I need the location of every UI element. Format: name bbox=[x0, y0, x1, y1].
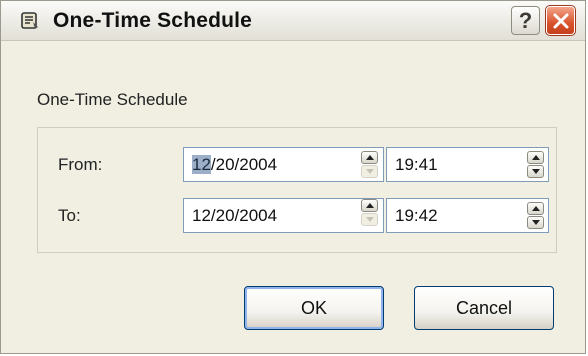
from-date-month-selected: 12 bbox=[192, 155, 211, 174]
from-time-value: 19:41 bbox=[395, 155, 438, 174]
window-title: One-Time Schedule bbox=[53, 9, 253, 32]
to-date-field[interactable]: 12/20/2004 bbox=[183, 198, 384, 233]
arrow-down-icon bbox=[365, 169, 374, 174]
arrow-down-icon bbox=[531, 220, 540, 225]
to-date-down-button bbox=[361, 213, 378, 226]
schedule-group-box bbox=[37, 127, 557, 253]
ok-button[interactable]: OK bbox=[244, 286, 384, 330]
to-time-field[interactable]: 19:42 bbox=[386, 198, 549, 233]
from-time-field[interactable]: 19:41 bbox=[386, 147, 549, 182]
to-date-up-button[interactable] bbox=[361, 199, 378, 212]
to-label: To: bbox=[58, 206, 81, 225]
from-time-spinner[interactable] bbox=[527, 151, 544, 178]
close-button[interactable] bbox=[545, 5, 576, 36]
to-time-spinner[interactable] bbox=[527, 202, 544, 229]
help-button[interactable]: ? bbox=[511, 6, 540, 35]
from-time-down-button[interactable] bbox=[527, 165, 544, 178]
arrow-down-icon bbox=[365, 217, 374, 222]
to-time-value: 19:42 bbox=[395, 206, 438, 225]
help-icon: ? bbox=[518, 7, 533, 33]
from-date-rest: /20/2004 bbox=[210, 155, 278, 174]
cancel-button[interactable]: Cancel bbox=[414, 286, 554, 330]
schedule-app-icon bbox=[21, 12, 38, 29]
arrow-down-icon bbox=[531, 169, 540, 174]
arrow-up-icon bbox=[531, 206, 540, 211]
from-date-field[interactable]: 12/20/2004 bbox=[183, 147, 384, 182]
to-time-up-button[interactable] bbox=[527, 202, 544, 215]
from-label: From: bbox=[58, 155, 103, 174]
group-title: One-Time Schedule bbox=[37, 90, 188, 109]
to-time-down-button[interactable] bbox=[527, 216, 544, 229]
to-date-spinner[interactable] bbox=[361, 199, 378, 226]
from-time-up-button[interactable] bbox=[527, 151, 544, 164]
arrow-up-icon bbox=[365, 155, 374, 160]
one-time-schedule-dialog: One-Time Schedule ? One-Time Schedule Fr… bbox=[0, 0, 586, 354]
from-date-up-button[interactable] bbox=[361, 151, 378, 164]
close-icon bbox=[553, 13, 568, 28]
from-date-down-button bbox=[361, 165, 378, 178]
arrow-up-icon bbox=[531, 155, 540, 160]
to-date-value: 12/20/2004 bbox=[192, 206, 278, 225]
from-date-spinner[interactable] bbox=[361, 151, 378, 178]
arrow-up-icon bbox=[365, 203, 374, 208]
title-bar: One-Time Schedule ? bbox=[1, 1, 585, 41]
